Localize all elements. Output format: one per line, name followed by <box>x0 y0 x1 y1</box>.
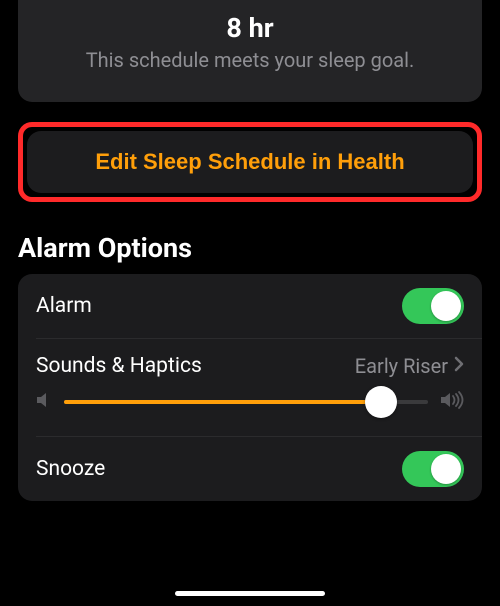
alarm-options-group: Alarm Sounds & Haptics Early Riser <box>18 274 482 501</box>
slider-thumb[interactable] <box>365 386 397 418</box>
alarm-row[interactable]: Alarm <box>18 274 482 338</box>
slider-track <box>64 400 428 404</box>
alarm-toggle[interactable] <box>402 288 464 324</box>
alarm-options-title: Alarm Options <box>18 232 482 264</box>
sleep-duration: 8 hr <box>36 12 464 44</box>
volume-high-icon <box>440 391 464 413</box>
sounds-haptics-row[interactable]: Sounds & Haptics Early Riser <box>18 339 482 382</box>
sounds-haptics-value-wrap: Early Riser <box>355 353 464 378</box>
toggle-knob <box>431 291 461 321</box>
sleep-goal-status: This schedule meets your sleep goal. <box>36 48 464 72</box>
volume-slider[interactable] <box>64 386 428 418</box>
snooze-toggle[interactable] <box>402 451 464 487</box>
chevron-right-icon <box>454 353 464 378</box>
sounds-haptics-value: Early Riser <box>355 354 448 378</box>
sleep-schedule-summary: 8 hr This schedule meets your sleep goal… <box>18 0 482 102</box>
volume-low-icon <box>36 391 52 413</box>
slider-fill <box>64 400 381 404</box>
highlight-edit-schedule: Edit Sleep Schedule in Health <box>18 122 482 202</box>
snooze-row[interactable]: Snooze <box>18 437 482 501</box>
edit-schedule-cell[interactable]: Edit Sleep Schedule in Health <box>27 131 473 193</box>
alarm-label: Alarm <box>36 294 92 318</box>
toggle-knob <box>431 454 461 484</box>
volume-slider-row <box>18 382 482 436</box>
home-indicator[interactable] <box>175 591 325 596</box>
sounds-haptics-label: Sounds & Haptics <box>36 354 202 378</box>
snooze-label: Snooze <box>36 457 105 481</box>
edit-sleep-schedule-button[interactable]: Edit Sleep Schedule in Health <box>95 149 404 175</box>
